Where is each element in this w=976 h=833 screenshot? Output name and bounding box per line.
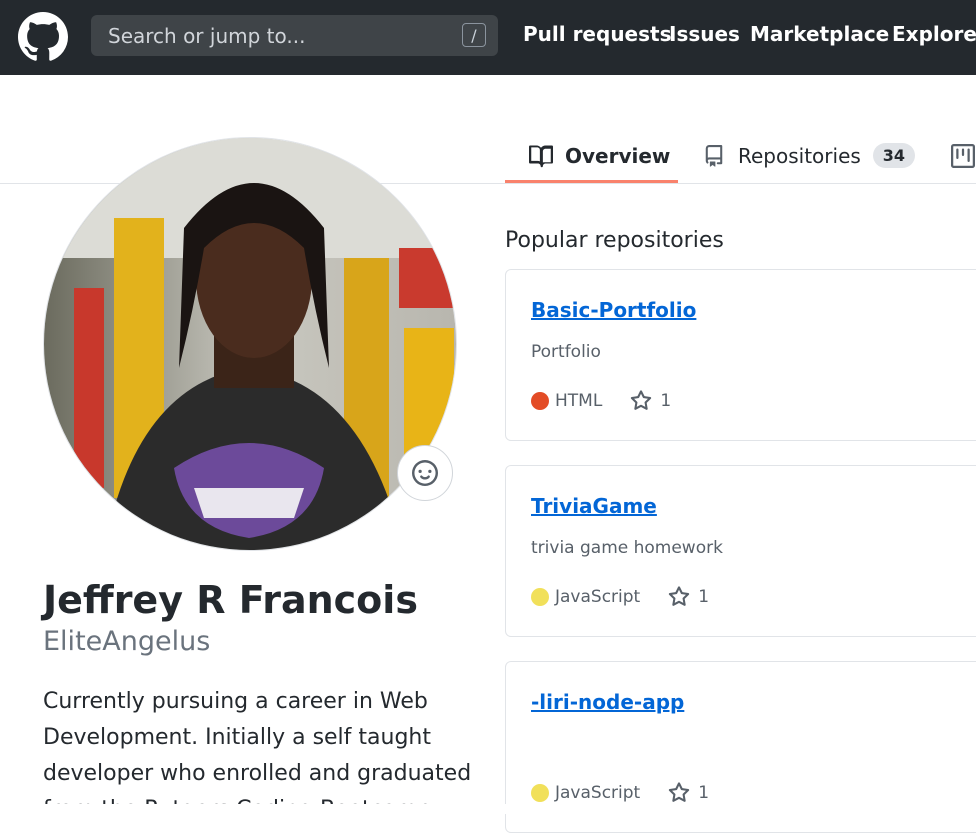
smiley-icon xyxy=(412,460,438,486)
nav-marketplace[interactable]: Marketplace xyxy=(750,22,889,46)
repo-card: Basic-Portfolio Portfolio HTML 1 xyxy=(505,269,976,441)
search-shortcut-key: / xyxy=(462,23,486,47)
language-color-dot xyxy=(531,392,549,410)
star-icon xyxy=(631,390,652,410)
nav-pull-requests[interactable]: Pull requests xyxy=(523,22,672,46)
repo-icon xyxy=(705,144,723,167)
repo-star-count: 1 xyxy=(698,783,710,803)
repo-star-count: 1 xyxy=(698,587,710,607)
active-tab-indicator xyxy=(505,180,678,183)
repo-language: JavaScript xyxy=(555,783,641,803)
star-icon xyxy=(669,782,690,802)
repo-name-link[interactable]: TriviaGame xyxy=(531,494,657,518)
viewport-bottom-edge xyxy=(0,804,976,814)
search-input[interactable] xyxy=(91,15,498,56)
profile-full-name: Jeffrey R Francois xyxy=(43,578,418,622)
github-logo-icon[interactable] xyxy=(18,12,68,62)
repo-stars-link[interactable]: 1 xyxy=(668,586,709,608)
repo-name-link[interactable]: Basic-Portfolio xyxy=(531,298,696,322)
tab-overview[interactable]: Overview xyxy=(528,128,670,183)
book-icon xyxy=(529,145,553,167)
nav-issues[interactable]: Issues xyxy=(669,22,740,46)
repositories-count-badge: 34 xyxy=(872,143,916,168)
tab-projects[interactable] xyxy=(950,128,976,183)
repo-star-count: 1 xyxy=(660,391,672,411)
repo-meta: JavaScript 1 xyxy=(531,782,709,804)
repo-description: Portfolio xyxy=(531,342,601,362)
top-navbar: / Pull requests Issues Marketplace Explo… xyxy=(0,0,976,75)
star-icon xyxy=(669,586,690,606)
repo-language: JavaScript xyxy=(555,587,641,607)
search-box[interactable]: / xyxy=(91,15,498,56)
popular-repositories-heading: Popular repositories xyxy=(505,228,724,253)
profile-bio: Currently pursuing a career in Web Devel… xyxy=(43,689,472,804)
language-color-dot xyxy=(531,588,549,606)
tab-repositories-label: Repositories xyxy=(738,143,861,168)
repo-language: HTML xyxy=(555,391,603,411)
avatar-photo xyxy=(44,138,456,550)
profile-avatar[interactable] xyxy=(43,137,457,551)
repo-name-link[interactable]: -liri-node-app xyxy=(531,690,684,714)
repo-card: TriviaGame trivia game homework JavaScri… xyxy=(505,465,976,637)
repo-meta: HTML 1 xyxy=(531,390,671,412)
repo-stars-link[interactable]: 1 xyxy=(630,390,671,412)
project-icon xyxy=(951,143,975,168)
repo-stars-link[interactable]: 1 xyxy=(668,782,709,804)
tab-overview-label: Overview xyxy=(565,143,671,168)
profile-username: EliteAngelus xyxy=(43,626,211,657)
repo-description: trivia game homework xyxy=(531,538,723,558)
set-status-button[interactable] xyxy=(397,445,453,501)
language-color-dot xyxy=(531,784,549,802)
nav-explore[interactable]: Explore xyxy=(892,22,976,46)
tab-repositories[interactable]: Repositories 34 xyxy=(703,128,916,183)
repo-meta: JavaScript 1 xyxy=(531,586,709,608)
